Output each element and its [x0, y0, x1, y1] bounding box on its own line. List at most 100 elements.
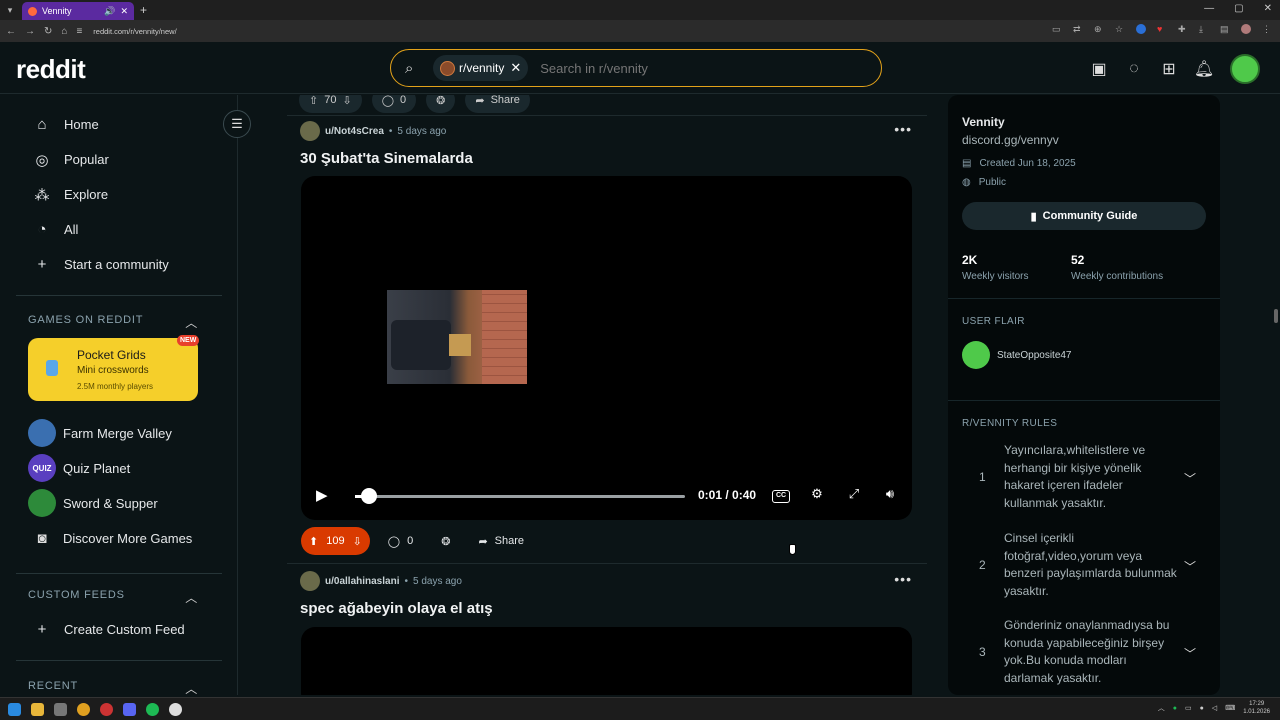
- fullscreen-icon[interactable]: ⤢: [844, 486, 864, 502]
- user-avatar[interactable]: [1230, 54, 1260, 84]
- pocket-grids-promo[interactable]: Pocket Grids Mini crosswords 2.5M monthl…: [28, 338, 198, 401]
- keyboard-icon[interactable]: ⌨: [1225, 704, 1235, 712]
- translate-icon[interactable]: ⇄: [1073, 24, 1083, 34]
- collapse-sidebar-button[interactable]: ☰: [223, 110, 251, 138]
- chrome-icon[interactable]: [77, 702, 90, 716]
- downvote-icon[interactable]: ⇩: [353, 535, 362, 548]
- nav-home[interactable]: ⌂ Home: [16, 107, 206, 142]
- nav-all[interactable]: ◔ All: [16, 212, 206, 247]
- recent-header[interactable]: RECENT ︿: [28, 680, 198, 695]
- play-icon[interactable]: ▶: [316, 486, 328, 504]
- browser-menu-icon[interactable]: ⋮: [1262, 24, 1272, 34]
- minimize-icon[interactable]: —: [1204, 3, 1214, 14]
- community-link[interactable]: discord.gg/vennyv: [962, 133, 1059, 147]
- new-tab-icon[interactable]: +: [140, 3, 147, 17]
- profile-icon[interactable]: [1241, 24, 1251, 34]
- chevron-down-icon[interactable]: ﹀: [1184, 645, 1196, 662]
- video-player[interactable]: [301, 627, 912, 695]
- more-options-icon[interactable]: •••: [894, 571, 912, 587]
- nav-explore[interactable]: ⁂ Explore: [16, 177, 206, 212]
- community-guide-button[interactable]: ▮ Community Guide: [962, 202, 1206, 230]
- prev-share-button[interactable]: ➦ Share: [465, 95, 530, 113]
- prev-vote-button[interactable]: ⇧ 70 ⇩: [299, 95, 362, 113]
- custom-feeds-header[interactable]: CUSTOM FEEDS ︿: [28, 589, 198, 606]
- volume-icon[interactable]: 🔊︎: [880, 486, 900, 502]
- post-username[interactable]: u/0allahinaslani: [325, 576, 399, 587]
- site-info-icon[interactable]: ≡: [76, 26, 82, 37]
- post-title[interactable]: spec ağabeyin olaya el atış: [300, 600, 493, 617]
- user-avatar[interactable]: [300, 121, 320, 141]
- search-bar[interactable]: ⌕ r/vennity ✕: [390, 49, 882, 87]
- notifications-bell-icon[interactable]: 🔔︎: [1194, 60, 1214, 78]
- captions-icon[interactable]: CC: [772, 490, 790, 503]
- games-section-header[interactable]: GAMES ON REDDIT ︿: [28, 314, 198, 331]
- chevron-down-icon[interactable]: ﹀: [1184, 558, 1196, 575]
- taskbar-app-icon[interactable]: [100, 702, 113, 716]
- game-quiz-planet[interactable]: QUIZ Quiz Planet: [28, 454, 130, 482]
- taskbar-app-icon[interactable]: [54, 702, 67, 716]
- share-button[interactable]: ➦ Share: [468, 527, 534, 555]
- remove-chip-icon[interactable]: ✕: [510, 60, 521, 76]
- speaker-icon[interactable]: 🔊: [104, 6, 115, 17]
- discord-icon[interactable]: [123, 702, 136, 716]
- game-farm-merge-valley[interactable]: Farm Merge Valley: [28, 419, 172, 447]
- award-button[interactable]: ❂: [431, 527, 460, 555]
- cast-icon[interactable]: ▭: [1052, 24, 1062, 34]
- microphone-icon[interactable]: ●: [1200, 705, 1204, 712]
- chevron-down-icon[interactable]: ﹀: [1184, 470, 1196, 487]
- chevron-up-icon[interactable]: ︿: [185, 589, 198, 606]
- extension-red-icon[interactable]: ♥: [1157, 24, 1167, 34]
- scrollbar-thumb[interactable]: [1274, 309, 1278, 323]
- sidebar-panel-icon[interactable]: ▤: [1220, 24, 1230, 34]
- zoom-icon[interactable]: ⊕: [1094, 24, 1104, 34]
- chevron-up-icon[interactable]: ︿: [185, 680, 198, 695]
- more-options-icon[interactable]: •••: [894, 121, 912, 137]
- create-post-icon[interactable]: ⊞: [1160, 60, 1178, 78]
- browser-tab[interactable]: Vennity 🔊 ✕: [22, 2, 134, 20]
- tray-chevron-icon[interactable]: ︿: [1158, 703, 1165, 713]
- user-avatar[interactable]: [300, 571, 320, 591]
- downvote-icon[interactable]: ⇩: [342, 95, 351, 107]
- prev-comments-button[interactable]: ◯ 0: [371, 95, 417, 113]
- reload-icon[interactable]: ↻: [44, 26, 52, 37]
- restore-icon[interactable]: ▢: [1234, 3, 1243, 14]
- tray-app-icon[interactable]: ●: [1173, 705, 1177, 712]
- vote-button[interactable]: ⬆ 109 ⇩: [301, 527, 370, 555]
- tab-list-icon[interactable]: ▾: [0, 0, 20, 20]
- prev-award-button[interactable]: ❂: [426, 95, 456, 113]
- bookmark-star-icon[interactable]: ☆: [1115, 24, 1125, 34]
- page-scrollbar[interactable]: [1272, 94, 1280, 694]
- post-title[interactable]: 30 Şubat'ta Sinemalarda: [300, 150, 473, 167]
- reddit-logo[interactable]: reddit: [16, 54, 86, 85]
- nav-popular[interactable]: ◎ Popular: [16, 142, 206, 177]
- post-username[interactable]: u/Not4sCrea: [325, 126, 384, 137]
- chevron-up-icon[interactable]: ︿: [185, 314, 198, 331]
- file-explorer-icon[interactable]: [31, 702, 44, 716]
- game-sword-supper[interactable]: Sword & Supper: [28, 489, 158, 517]
- discover-more-games[interactable]: ◙ Discover More Games: [28, 524, 192, 552]
- forward-icon[interactable]: →: [25, 26, 35, 37]
- user-flair[interactable]: StateOpposite47: [962, 341, 1072, 369]
- spotify-icon[interactable]: [146, 702, 159, 716]
- taskbar-clock[interactable]: 17:29 1.01.2026: [1243, 700, 1270, 716]
- search-input[interactable]: [540, 60, 841, 76]
- address-bar[interactable]: reddit.com/r/vennity/new/: [93, 27, 176, 36]
- subreddit-chip[interactable]: r/vennity ✕: [433, 55, 529, 81]
- chat-icon[interactable]: ◌: [1125, 60, 1143, 78]
- home-browser-icon[interactable]: ⌂: [61, 26, 67, 37]
- back-icon[interactable]: ←: [6, 26, 16, 37]
- download-icon[interactable]: ⤓: [1199, 24, 1209, 34]
- advertise-icon[interactable]: ▣: [1090, 60, 1108, 78]
- steam-icon[interactable]: [169, 702, 182, 716]
- video-progress-bar[interactable]: [355, 495, 685, 498]
- settings-gear-icon[interactable]: ⚙: [807, 486, 827, 502]
- close-tab-icon[interactable]: ✕: [120, 6, 128, 17]
- upvote-icon[interactable]: ⇧: [309, 95, 318, 107]
- windows-start-icon[interactable]: [8, 702, 21, 716]
- speaker-tray-icon[interactable]: ◁: [1212, 704, 1217, 712]
- extensions-puzzle-icon[interactable]: ✚: [1178, 24, 1188, 34]
- nav-start-community[interactable]: + Start a community: [16, 247, 206, 282]
- video-player[interactable]: ▶ 0:01 / 0:40 CC ⚙ ⤢ 🔊︎: [301, 176, 912, 520]
- close-window-icon[interactable]: ✕: [1264, 3, 1272, 14]
- comments-button[interactable]: ◯ 0: [378, 527, 423, 555]
